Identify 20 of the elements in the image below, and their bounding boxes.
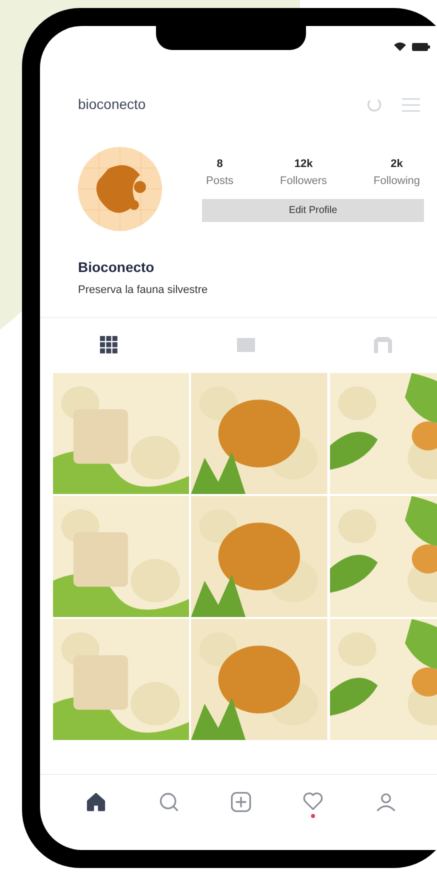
home-icon <box>85 791 108 813</box>
profile-name: Bioconecto <box>78 258 156 277</box>
wifi-icon <box>394 42 406 51</box>
stat-label: Followers <box>280 174 328 188</box>
user-icon <box>374 791 397 813</box>
edit-profile-button[interactable]: Edit Profile <box>202 199 424 222</box>
stat-value: 8 <box>216 157 223 172</box>
battery-icon <box>412 42 430 50</box>
stat-label: Following <box>374 174 420 188</box>
username: bioconecto <box>78 95 146 114</box>
stat-label: Posts <box>206 174 234 188</box>
grid-icon <box>100 336 118 354</box>
profile-bio: Preserva la fauna silvestre <box>78 283 209 298</box>
search-icon <box>158 791 180 813</box>
rectangle-icon <box>236 338 255 352</box>
frame-icon <box>374 337 392 353</box>
stat-value: 12k <box>294 157 313 172</box>
heart-icon <box>302 791 324 811</box>
plus-square-icon <box>230 791 252 813</box>
stat-value: 2k <box>390 157 403 172</box>
